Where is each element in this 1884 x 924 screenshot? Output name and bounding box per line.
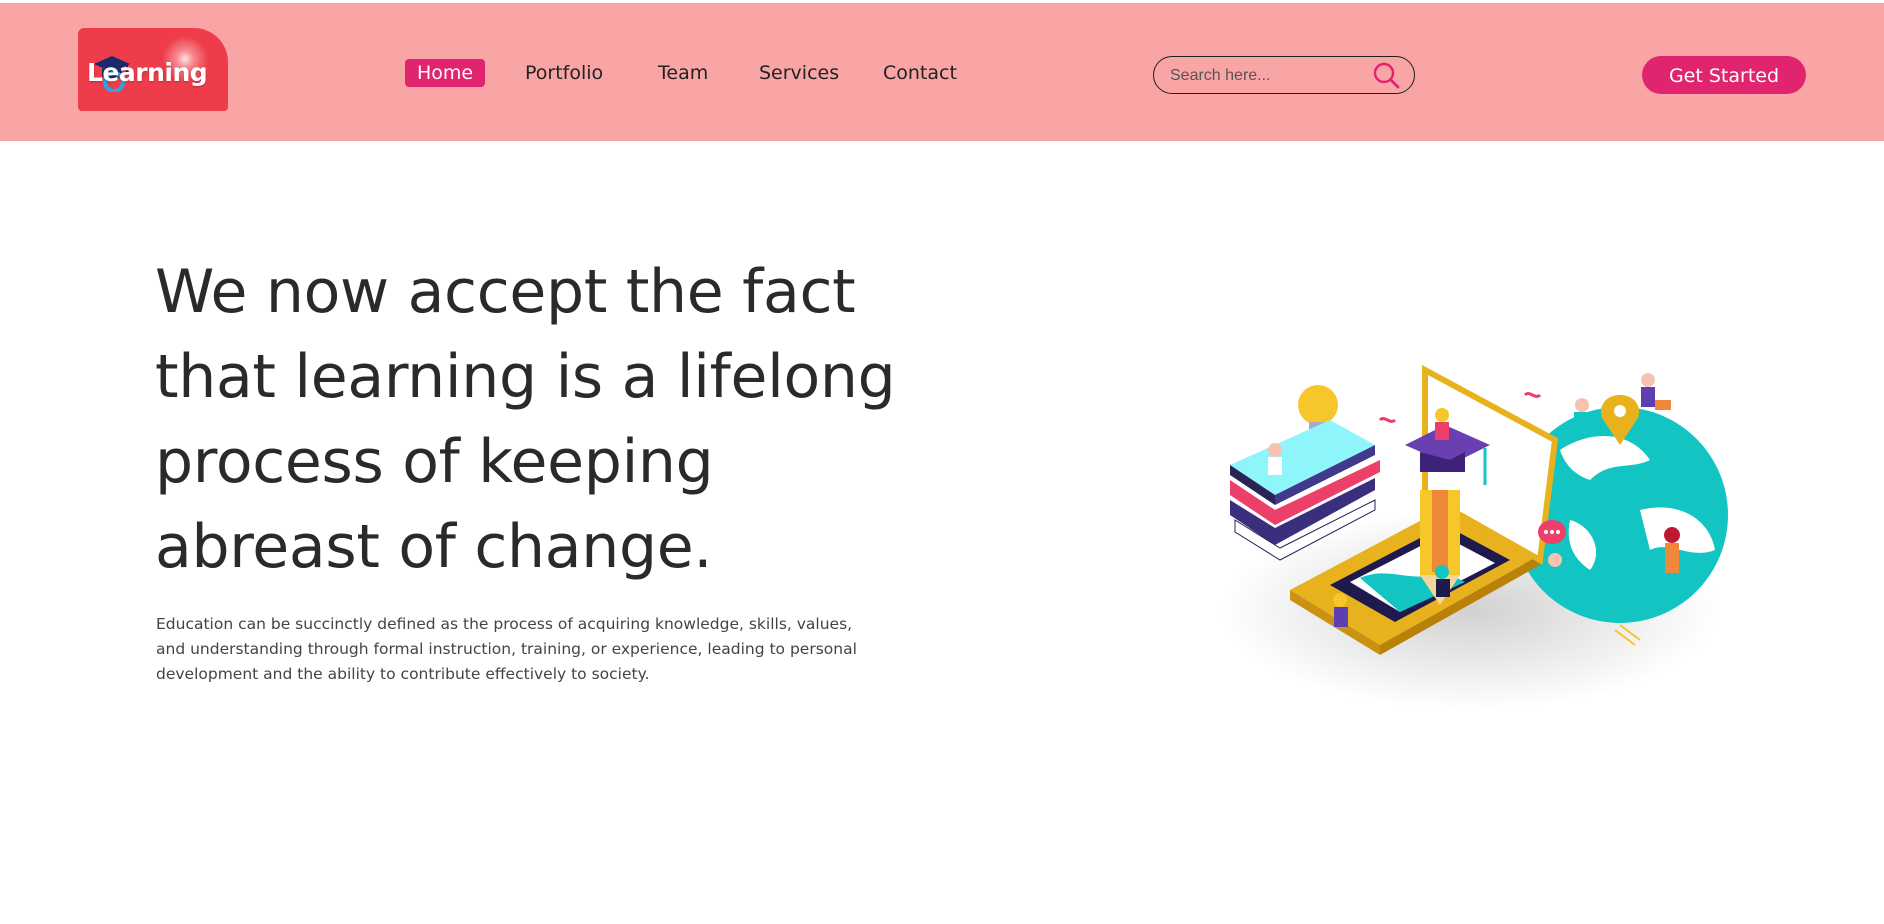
get-started-button[interactable]: Get Started	[1642, 56, 1806, 94]
education-illustration	[1220, 364, 1728, 710]
nav-contact[interactable]: Contact	[871, 59, 969, 87]
search-input[interactable]	[1168, 63, 1367, 89]
hero-description: Education can be succinctly defined as t…	[156, 615, 857, 683]
logo-text: Learning	[87, 58, 208, 87]
nav-team[interactable]: Team	[646, 59, 720, 87]
site-header: Learning Home Portfolio Team Services Co…	[0, 3, 1884, 141]
nav-services[interactable]: Services	[747, 59, 851, 87]
nav-portfolio[interactable]: Portfolio	[513, 59, 615, 87]
search-icon[interactable]	[1372, 61, 1402, 91]
hero-title: We now accept the fact that learning is …	[155, 257, 896, 582]
logo[interactable]: Learning	[78, 28, 228, 111]
search-box	[1153, 56, 1415, 94]
nav-home[interactable]: Home	[405, 59, 486, 87]
